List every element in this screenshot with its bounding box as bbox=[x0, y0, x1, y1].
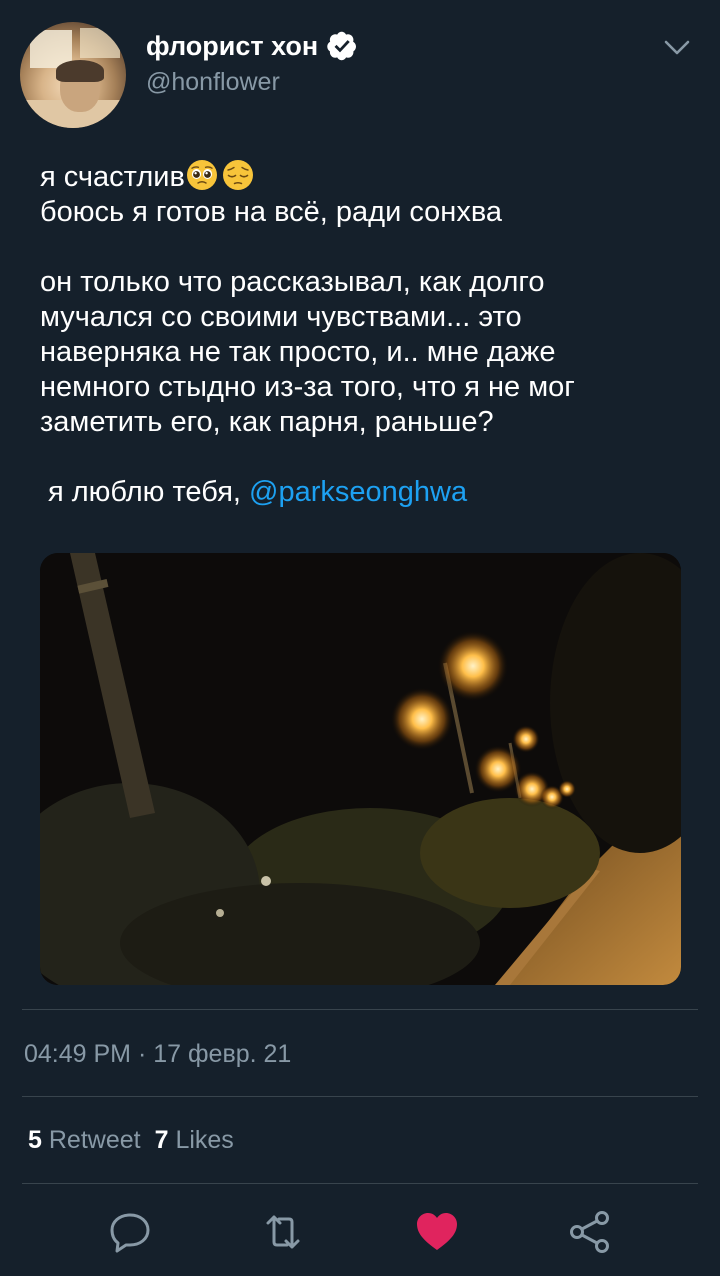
divider bbox=[22, 1009, 698, 1010]
pensive-face-emoji-icon bbox=[222, 160, 253, 190]
tweet-line-2: боюсь я готов на всё, ради сонхва bbox=[40, 196, 503, 228]
mention-link[interactable]: @parkseonghwa bbox=[249, 476, 467, 508]
display-name[interactable]: флорист хон bbox=[146, 31, 318, 62]
like-icon[interactable] bbox=[413, 1208, 461, 1256]
retweet-icon[interactable] bbox=[259, 1208, 307, 1256]
tweet-text: я счастлив боюсь я готов на всё, ради со… bbox=[40, 158, 690, 510]
tweet-photo[interactable] bbox=[40, 553, 681, 985]
share-icon[interactable] bbox=[566, 1208, 614, 1256]
tweet-paragraph-2: он только что рассказывал, как долго муч… bbox=[40, 266, 575, 438]
divider bbox=[22, 1183, 698, 1184]
tweet-last-line: я люблю тебя, @parkseonghwa bbox=[48, 476, 468, 508]
user-handle[interactable]: @honflower bbox=[146, 68, 280, 97]
pleading-face-emoji-icon bbox=[186, 160, 217, 190]
night-street-lamps-photo bbox=[40, 553, 681, 985]
name-row[interactable]: флорист хон bbox=[146, 30, 358, 62]
chevron-down-icon[interactable] bbox=[660, 32, 694, 62]
tweet-stats: 5 Retweet 7 Likes bbox=[28, 1126, 234, 1155]
avatar[interactable] bbox=[20, 22, 126, 128]
tweet-header: флорист хон @honflower bbox=[0, 0, 720, 140]
tweet-timestamp: 04:49 PM · 17 февр. 21 bbox=[24, 1040, 292, 1068]
verified-badge-icon bbox=[327, 31, 357, 61]
retweets-stat[interactable]: 5 Retweet bbox=[28, 1126, 141, 1154]
likes-stat[interactable]: 7 Likes bbox=[155, 1126, 234, 1154]
reply-icon[interactable] bbox=[106, 1208, 154, 1256]
divider bbox=[22, 1096, 698, 1097]
tweet-line-1: я счастлив bbox=[40, 158, 690, 195]
